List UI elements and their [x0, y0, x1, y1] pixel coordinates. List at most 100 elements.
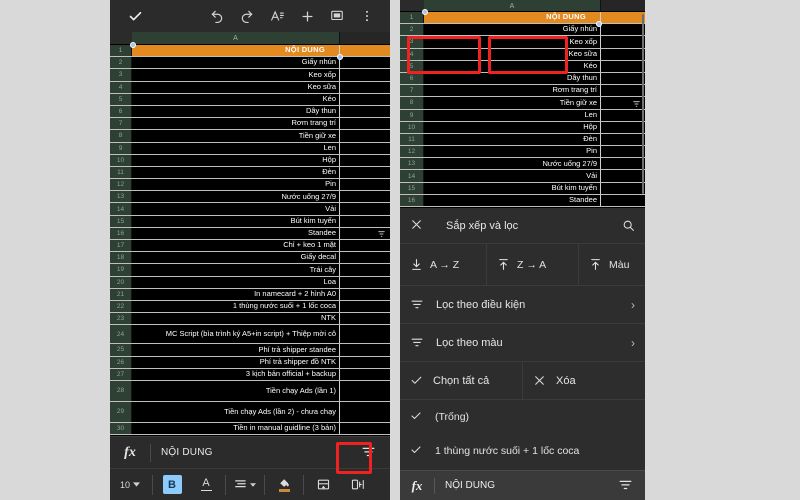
- cell-b[interactable]: [601, 121, 645, 133]
- row-number[interactable]: 16: [110, 227, 132, 239]
- cell-b[interactable]: [601, 60, 645, 72]
- row-number[interactable]: 2: [400, 24, 424, 36]
- cell-b[interactable]: [601, 72, 645, 85]
- cell-b[interactable]: [601, 24, 645, 36]
- filter-by-condition-row[interactable]: Lọc theo điều kiện ›: [400, 286, 645, 324]
- row-number[interactable]: 12: [400, 146, 424, 158]
- cell-b[interactable]: [601, 133, 645, 146]
- cell-a[interactable]: Dây thun: [424, 72, 601, 85]
- redo-icon[interactable]: [232, 0, 262, 32]
- search-icon[interactable]: [611, 219, 635, 232]
- cell-b[interactable]: [340, 422, 390, 435]
- table-row[interactable]: 19 Trái cây: [110, 264, 390, 277]
- table-row[interactable]: 21 In namecard + 2 hình A0: [110, 288, 390, 301]
- row-number[interactable]: 27: [110, 368, 132, 380]
- table-row[interactable]: 8 Tiền giữ xe: [110, 130, 390, 143]
- cell-b[interactable]: [340, 288, 390, 300]
- cell-a[interactable]: Rơm trang trí: [424, 85, 601, 97]
- column-header-a[interactable]: A: [424, 0, 601, 11]
- header-row[interactable]: 1 NỘI DUNG: [110, 45, 390, 237]
- row-number[interactable]: 4: [400, 48, 424, 60]
- cell-b[interactable]: [601, 146, 645, 158]
- table-row[interactable]: 30 Tiền in manual guidline (3 bản): [110, 422, 390, 436]
- selection-handle-bottom-right[interactable]: [337, 54, 343, 60]
- select-all-corner[interactable]: [400, 0, 424, 11]
- insert-column-icon[interactable]: [340, 474, 374, 496]
- cell-a[interactable]: NỘI DUNG: [424, 12, 640, 107]
- align-right-icon[interactable]: [228, 474, 262, 496]
- cell-b[interactable]: [340, 356, 390, 368]
- right-spreadsheet[interactable]: A 1 NỘI DUNG 2 Giấy nhún 3 Keo xốp 4 Keo sữa 5 Ké…: [400, 0, 645, 207]
- table-row[interactable]: 15 Bút kim tuyến: [400, 182, 645, 195]
- table-row[interactable]: 12 Pin: [110, 179, 390, 192]
- row-number[interactable]: 16: [400, 194, 424, 206]
- filter-by-color-row[interactable]: Lọc theo màu ›: [400, 324, 645, 362]
- cell-a[interactable]: Keo xốp: [132, 69, 340, 81]
- cell-b[interactable]: [340, 45, 390, 57]
- table-row[interactable]: 16 Standee: [400, 194, 645, 207]
- cell-b[interactable]: [340, 401, 390, 422]
- row-number[interactable]: 22: [110, 300, 132, 313]
- cell-a[interactable]: Kéo: [132, 93, 340, 105]
- table-row[interactable]: 29 Tiền chạy Ads (lần 2) - chưa chạy: [110, 401, 390, 423]
- cell-a[interactable]: Bút kim tuyến: [132, 215, 340, 227]
- row-number[interactable]: 7: [400, 85, 424, 97]
- cell-b[interactable]: [340, 264, 390, 276]
- cell-a[interactable]: Len: [132, 142, 340, 154]
- row-number[interactable]: 1: [110, 45, 132, 57]
- sort-ascending-button[interactable]: A → Z: [400, 244, 486, 286]
- cell-b[interactable]: [601, 170, 645, 182]
- cell-b[interactable]: [601, 158, 645, 170]
- table-row[interactable]: 6 Dây thun: [110, 105, 390, 119]
- cell-a[interactable]: Keo sữa: [424, 48, 601, 60]
- cell-b[interactable]: [340, 325, 390, 344]
- cell-b[interactable]: [340, 69, 390, 81]
- cell-b[interactable]: [340, 313, 390, 325]
- row-number[interactable]: 2: [110, 57, 132, 69]
- cell-a[interactable]: Đèn: [132, 166, 340, 179]
- cell-a[interactable]: Phí trả shipper standee: [132, 344, 340, 356]
- filter-icon[interactable]: [346, 446, 390, 459]
- cell-b[interactable]: [340, 154, 390, 166]
- column-header-b[interactable]: [340, 32, 390, 44]
- table-row[interactable]: 25 Phí trả shipper standee: [110, 344, 390, 357]
- row-number[interactable]: 20: [110, 276, 132, 288]
- table-row[interactable]: 5 Kéo: [400, 60, 645, 73]
- cell-a[interactable]: Pin: [424, 146, 601, 158]
- row-number[interactable]: 21: [110, 288, 132, 300]
- row-number[interactable]: 5: [110, 93, 132, 105]
- cell-a[interactable]: Giấy decal: [132, 252, 340, 264]
- table-row[interactable]: 15 Bút kim tuyến: [110, 215, 390, 228]
- row-number[interactable]: 14: [110, 203, 132, 215]
- row-number[interactable]: 4: [110, 81, 132, 93]
- row-number[interactable]: 15: [400, 182, 424, 194]
- table-row[interactable]: 9 Len: [400, 109, 645, 122]
- row-number[interactable]: 28: [110, 380, 132, 401]
- table-row[interactable]: 17 Chỉ + keo 1 mặt: [110, 240, 390, 253]
- cell-b[interactable]: [601, 12, 645, 24]
- cell-b[interactable]: [601, 36, 645, 48]
- close-icon[interactable]: [410, 218, 434, 234]
- cell-a[interactable]: 1 thùng nước suối + 1 lốc coca: [132, 300, 340, 313]
- cell-b[interactable]: [601, 109, 645, 121]
- filter-icon[interactable]: [605, 479, 645, 492]
- cell-a[interactable]: Keo xốp: [424, 36, 601, 48]
- row-number[interactable]: 29: [110, 401, 132, 422]
- cell-a[interactable]: Keo sữa: [132, 81, 340, 93]
- row-number[interactable]: 13: [400, 158, 424, 170]
- cell-b[interactable]: [340, 240, 390, 252]
- row-number[interactable]: 19: [110, 264, 132, 276]
- merge-cells-icon[interactable]: [306, 474, 340, 496]
- cell-a[interactable]: Loa: [132, 276, 340, 288]
- cell-a[interactable]: Dây thun: [132, 105, 340, 118]
- fill-color-icon[interactable]: [267, 474, 301, 496]
- row-number[interactable]: 6: [400, 72, 424, 85]
- row-number[interactable]: 1: [400, 12, 424, 24]
- select-all-button[interactable]: Chọn tất cả: [400, 362, 522, 399]
- cell-b[interactable]: [340, 118, 390, 130]
- cell-b[interactable]: [340, 93, 390, 105]
- cell-a[interactable]: Hộp: [424, 121, 601, 133]
- table-row[interactable]: 4 Keo sữa: [400, 48, 645, 61]
- row-number[interactable]: 7: [110, 118, 132, 130]
- left-spreadsheet[interactable]: A 1 NỘI DUNG 2 Giấy nhún 3 Keo xốp 4 Keo sữa 5 Ké…: [110, 32, 390, 436]
